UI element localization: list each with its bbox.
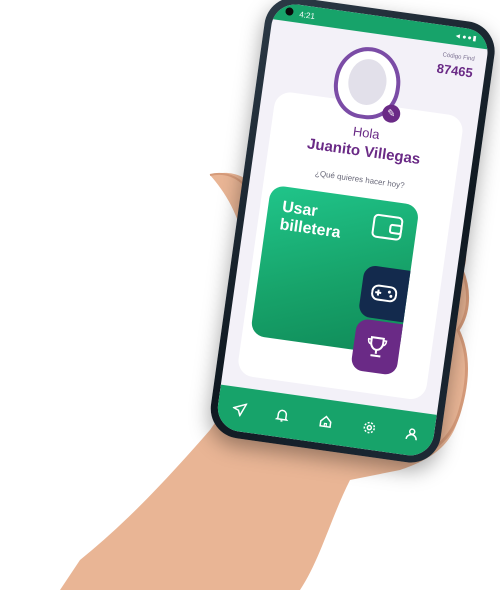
status-time-wrap: 4:21 [284, 6, 316, 22]
games-button[interactable] [357, 264, 411, 323]
trophy-icon [350, 318, 403, 376]
gear-icon[interactable] [356, 415, 381, 440]
bell-icon[interactable] [270, 403, 295, 428]
signal-battery-icon: ◄●●▮ [453, 32, 478, 43]
rewards-button[interactable] [350, 317, 404, 376]
pencil-icon: ✎ [386, 107, 397, 120]
home-icon[interactable] [313, 409, 338, 434]
navigation-icon[interactable] [227, 397, 252, 422]
camera-icon [284, 6, 294, 17]
wallet-icon [370, 213, 404, 242]
gamepad-icon [358, 264, 411, 322]
code-value: 87465 [435, 60, 474, 81]
user-icon[interactable] [400, 421, 425, 446]
wallet-label: Usar billetera [278, 198, 342, 242]
avatar-placeholder [345, 56, 390, 108]
status-time: 4:21 [298, 9, 316, 22]
